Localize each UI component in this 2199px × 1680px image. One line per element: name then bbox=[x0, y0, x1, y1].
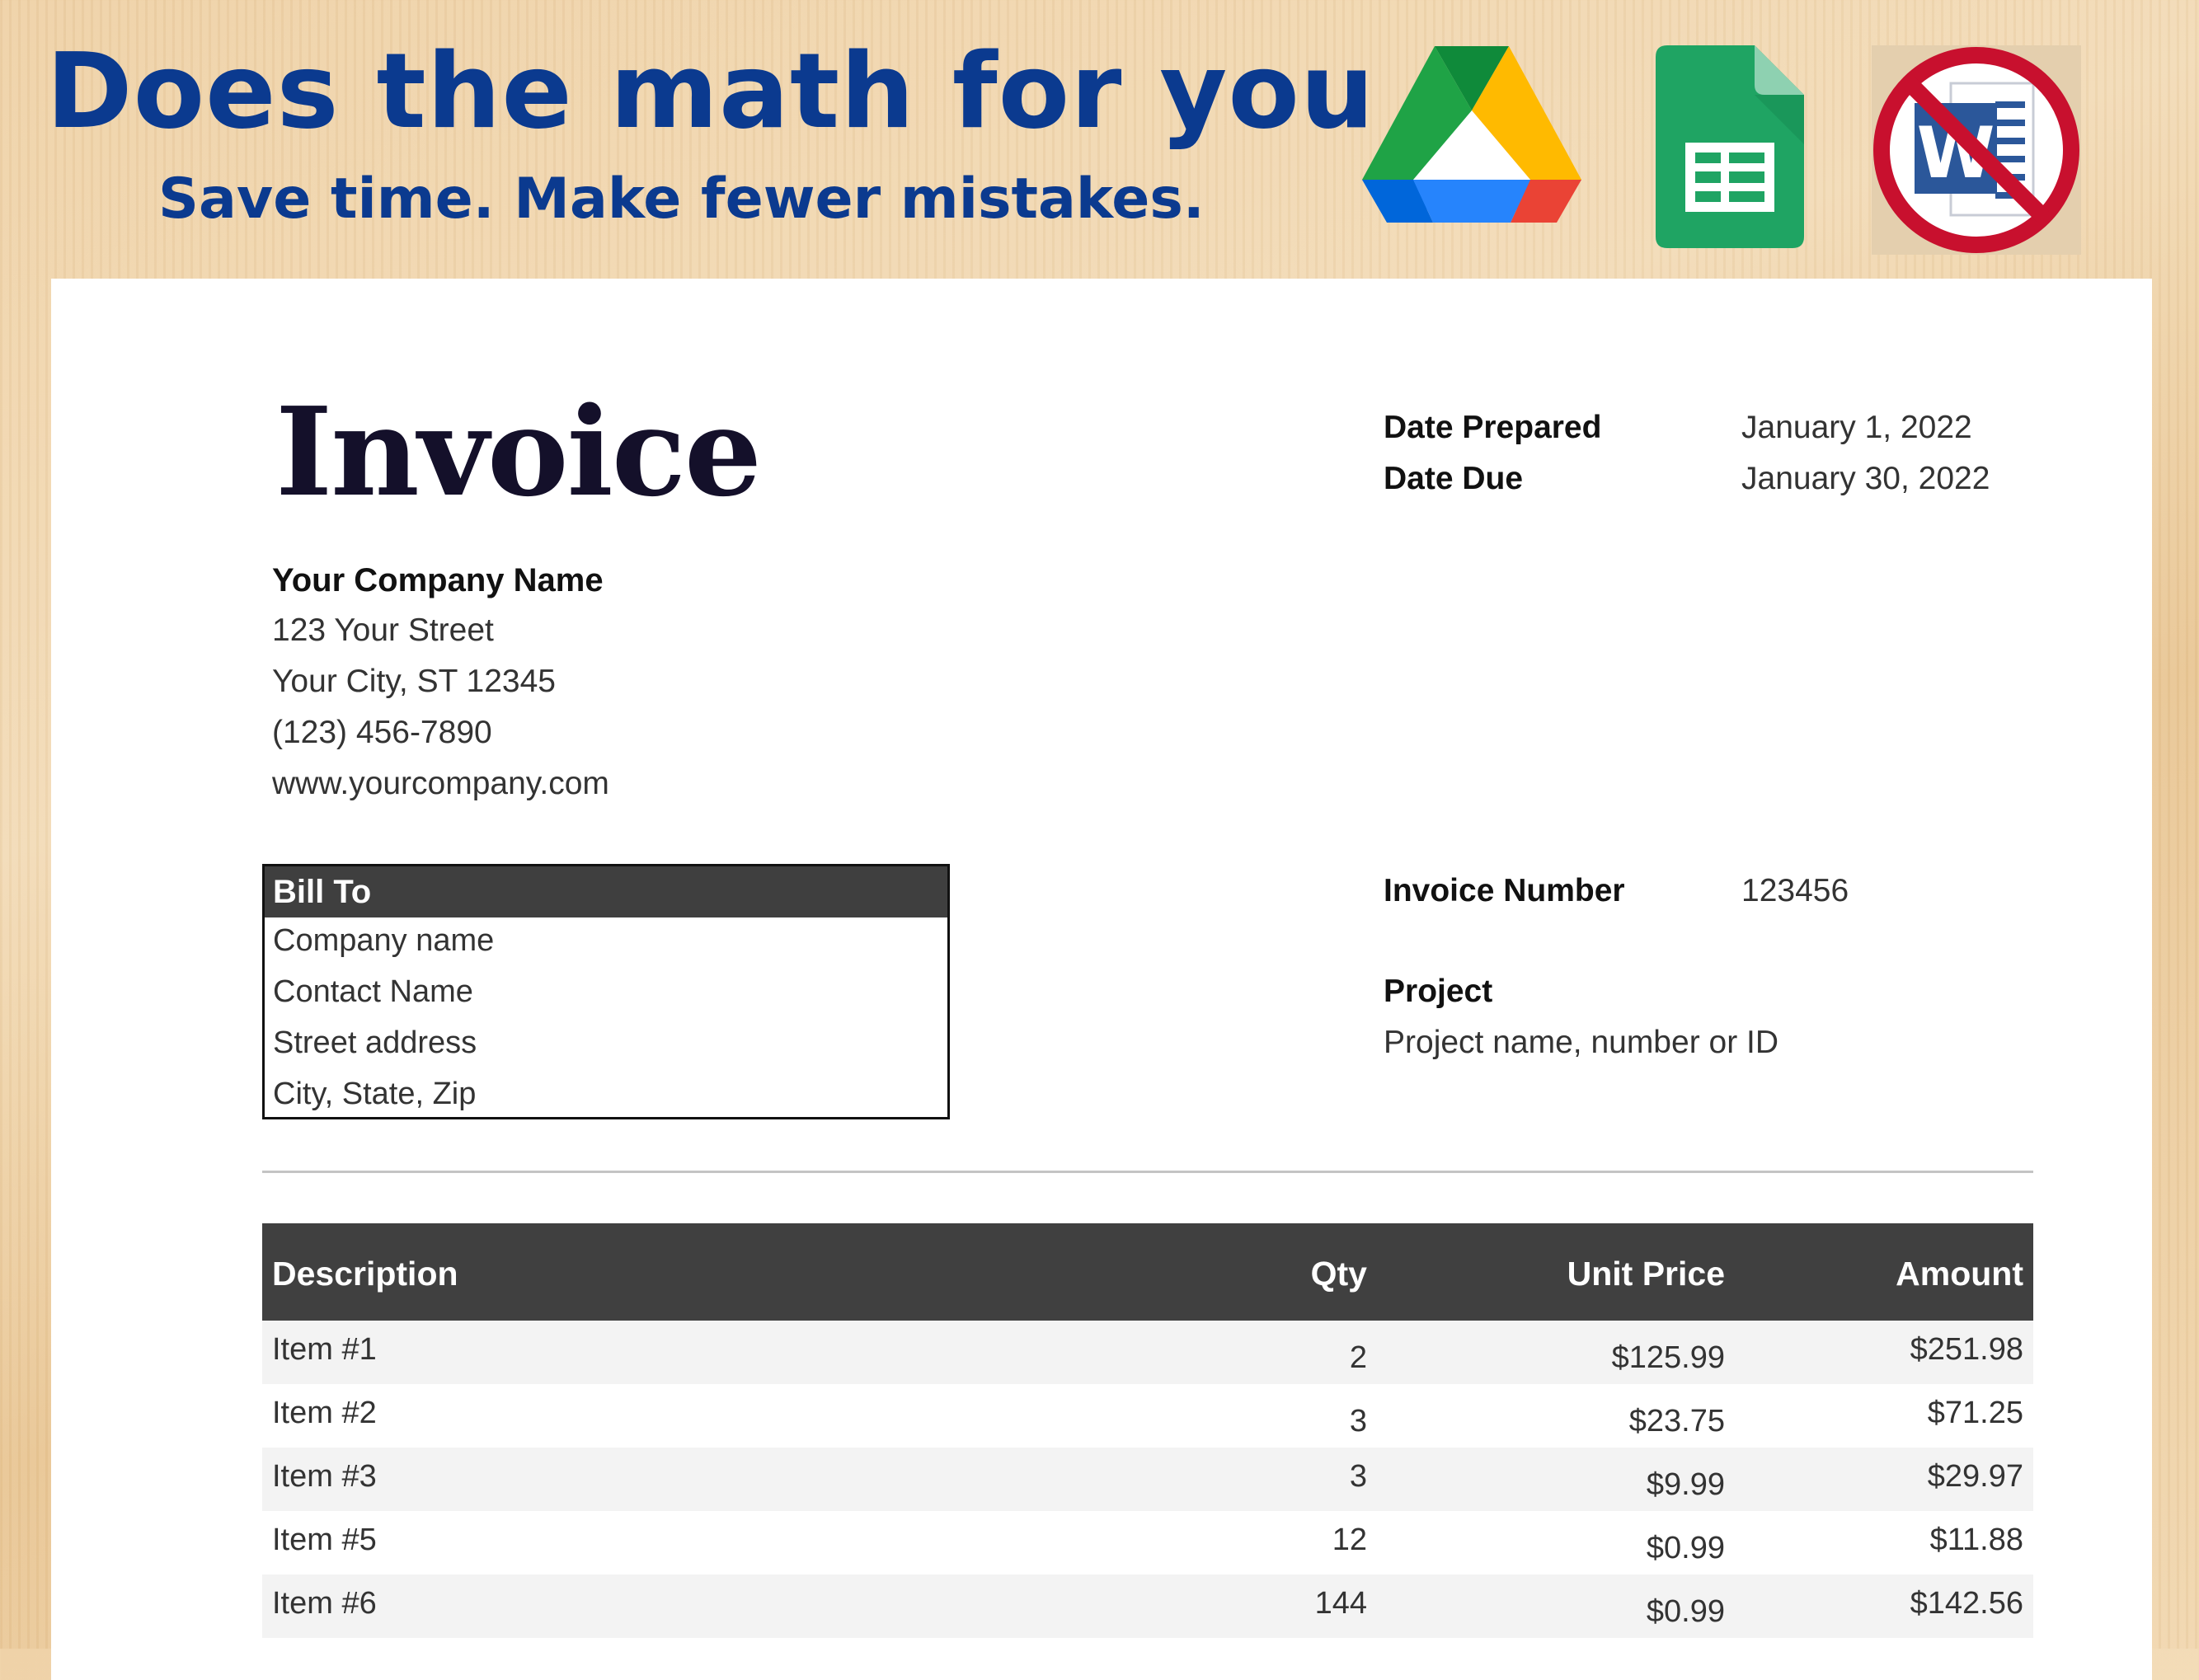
company-website[interactable]: www.yourcompany.com bbox=[272, 765, 609, 804]
cell-qty[interactable]: 2 bbox=[1350, 1340, 1367, 1376]
cell-unit-price[interactable]: $125.99 bbox=[1612, 1340, 1725, 1376]
project-label: Project bbox=[1384, 974, 1493, 1009]
cell-qty[interactable]: 144 bbox=[1315, 1586, 1367, 1621]
bill-to-heading: Bill To bbox=[265, 866, 947, 917]
table-row: Item #1 2 $125.99 $251.98 bbox=[262, 1321, 2033, 1384]
cell-amount: $251.98 bbox=[1910, 1332, 2023, 1367]
cell-amount: $71.25 bbox=[1927, 1396, 2023, 1430]
line-items-table: Description Qty Unit Price Amount Item #… bbox=[262, 1223, 2033, 1638]
bill-to-contact[interactable]: Contact Name bbox=[265, 969, 947, 1020]
cell-qty[interactable]: 3 bbox=[1350, 1404, 1367, 1439]
cell-description[interactable]: Item #6 bbox=[272, 1586, 377, 1621]
date-prepared-value[interactable]: January 1, 2022 bbox=[1741, 409, 1972, 448]
table-row: Item #6 144 $0.99 $142.56 bbox=[262, 1574, 2033, 1638]
cell-unit-price[interactable]: $9.99 bbox=[1647, 1467, 1725, 1503]
company-street[interactable]: 123 Your Street bbox=[272, 612, 494, 650]
cell-qty[interactable]: 12 bbox=[1332, 1523, 1367, 1558]
header-qty: Qty bbox=[1310, 1255, 1367, 1293]
bill-to-street[interactable]: Street address bbox=[265, 1020, 947, 1071]
header-description: Description bbox=[272, 1255, 458, 1293]
project-value[interactable]: Project name, number or ID bbox=[1384, 1024, 1778, 1063]
invoice-number-label: Invoice Number bbox=[1384, 873, 1625, 908]
bill-to-city[interactable]: City, State, Zip bbox=[265, 1071, 947, 1122]
banner-headline: Does the math for you bbox=[46, 31, 1375, 152]
cell-unit-price[interactable]: $0.99 bbox=[1647, 1594, 1725, 1630]
google-drive-icon bbox=[1362, 46, 1581, 223]
cell-unit-price[interactable]: $0.99 bbox=[1647, 1531, 1725, 1566]
header-amount: Amount bbox=[1896, 1255, 2023, 1293]
invoice-title: Invoice bbox=[275, 380, 762, 523]
cell-description[interactable]: Item #2 bbox=[272, 1396, 377, 1431]
header-unit-price: Unit Price bbox=[1567, 1255, 1725, 1293]
table-row: Item #3 3 $9.99 $29.97 bbox=[262, 1448, 2033, 1511]
cell-description[interactable]: Item #5 bbox=[272, 1523, 377, 1558]
table-row: Item #2 3 $23.75 $71.25 bbox=[262, 1384, 2033, 1448]
cell-amount: $142.56 bbox=[1910, 1586, 2023, 1621]
google-sheets-icon bbox=[1656, 45, 1804, 248]
company-city[interactable]: Your City, ST 12345 bbox=[272, 663, 556, 702]
bill-to-box: Bill To Company name Contact Name Street… bbox=[262, 864, 950, 1119]
cell-description[interactable]: Item #1 bbox=[272, 1332, 377, 1368]
cell-amount: $11.88 bbox=[1929, 1523, 2023, 1557]
date-prepared-label: Date Prepared bbox=[1384, 410, 1602, 445]
cell-description[interactable]: Item #3 bbox=[272, 1459, 377, 1495]
invoice-number-value[interactable]: 123456 bbox=[1741, 872, 1849, 911]
date-due-label: Date Due bbox=[1384, 461, 1524, 496]
table-row: Item #5 12 $0.99 $11.88 bbox=[262, 1511, 2033, 1574]
date-due-value[interactable]: January 30, 2022 bbox=[1741, 460, 1990, 499]
company-name[interactable]: Your Company Name bbox=[272, 561, 604, 600]
table-header: Description Qty Unit Price Amount bbox=[262, 1223, 2033, 1321]
cell-unit-price[interactable]: $23.75 bbox=[1629, 1404, 1725, 1439]
section-divider bbox=[262, 1171, 2033, 1173]
cell-amount: $29.97 bbox=[1927, 1459, 2023, 1494]
no-word-icon: W bbox=[1872, 45, 2081, 255]
bill-to-company[interactable]: Company name bbox=[265, 917, 947, 969]
cell-qty[interactable]: 3 bbox=[1350, 1459, 1367, 1495]
banner-subheadline: Save time. Make fewer mistakes. bbox=[158, 167, 1205, 232]
invoice-sheet: Invoice Date Prepared January 1, 2022 Da… bbox=[51, 279, 2152, 1680]
company-phone[interactable]: (123) 456-7890 bbox=[272, 714, 492, 753]
